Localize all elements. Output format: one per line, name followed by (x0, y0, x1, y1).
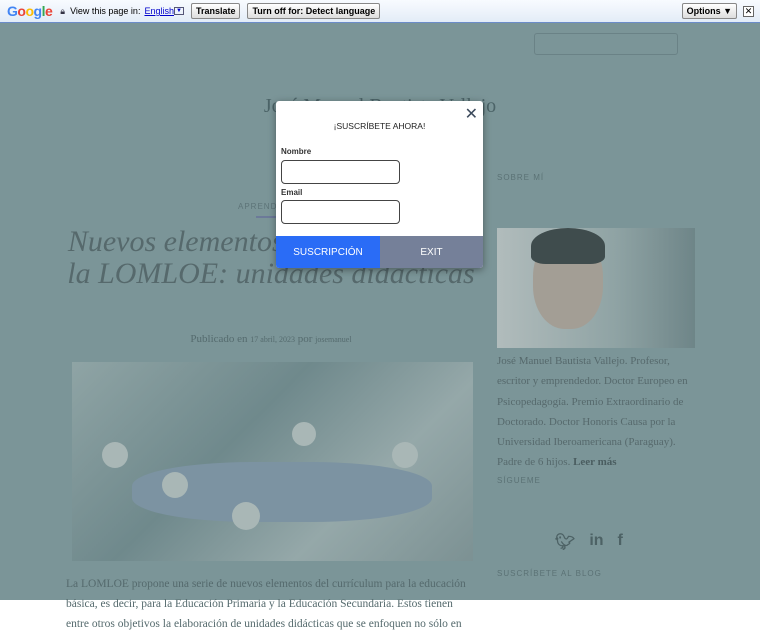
translate-bar: Google 🔒︎ View this page in: English ▼ Tr… (0, 0, 760, 23)
search-input[interactable] (534, 33, 678, 55)
child (292, 422, 316, 446)
follow-heading: SÍGUEME (497, 476, 541, 485)
twitter-icon[interactable]: 🐦︎ (555, 532, 575, 552)
about-heading: SOBRE MÍ (497, 173, 545, 182)
subscribe-button[interactable]: SUSCRIPCIÓN (276, 236, 380, 268)
translate-button[interactable]: Translate (190, 3, 241, 19)
email-label: Email (281, 188, 303, 197)
author-bio: José Manuel Bautista Vallejo. Profesor, … (497, 351, 702, 473)
hair (531, 228, 605, 264)
meta-prefix: Publicado en (190, 333, 248, 345)
child (102, 442, 128, 468)
page: José Manuel Bautista Vallejo APRENDIZAJE… (0, 0, 760, 630)
child (162, 472, 188, 498)
email-input[interactable] (281, 200, 400, 224)
name-input[interactable] (281, 160, 400, 184)
meta-by: por (297, 333, 313, 345)
subscribe-heading: SUSCRÍBETE AL BLOG (497, 569, 602, 578)
chevron-down-icon[interactable]: ▼ (173, 7, 184, 15)
modal-title: ¡SUSCRÍBETE AHORA! (333, 121, 426, 131)
social-links: 🐦︎ in f (555, 532, 623, 552)
name-label: Nombre (281, 147, 312, 156)
post-meta: Publicado en 17 abril, 2023 por josemanu… (66, 333, 476, 345)
child (392, 442, 418, 468)
subscribe-modal: ✕ ¡SUSCRÍBETE AHORA! Nombre Email SUSCRI… (276, 101, 483, 268)
author-photo (497, 228, 695, 348)
facebook-icon[interactable]: f (618, 532, 623, 552)
options-button[interactable]: Options ▼ (681, 3, 737, 19)
post-date[interactable]: 17 abril, 2023 (250, 335, 295, 344)
translate-prompt: View this page in: (70, 6, 141, 16)
google-logo: Google (7, 3, 53, 19)
lock-icon: 🔒︎ (60, 5, 66, 16)
turn-off-button[interactable]: Turn off for: Detect language (247, 3, 381, 19)
bio-text: José Manuel Bautista Vallejo. Profesor, … (497, 355, 688, 469)
post-image[interactable] (72, 362, 473, 561)
child (232, 502, 260, 530)
post-excerpt: La LOMLOE propone una serie de nuevos el… (66, 578, 466, 630)
close-icon[interactable]: ✕ (743, 5, 754, 17)
read-more-link[interactable]: Leer más (573, 456, 616, 468)
linkedin-icon[interactable]: in (589, 532, 603, 552)
exit-button[interactable]: EXIT (380, 236, 483, 268)
language-select[interactable]: English (144, 6, 174, 16)
post-author[interactable]: josemanuel (315, 335, 351, 344)
